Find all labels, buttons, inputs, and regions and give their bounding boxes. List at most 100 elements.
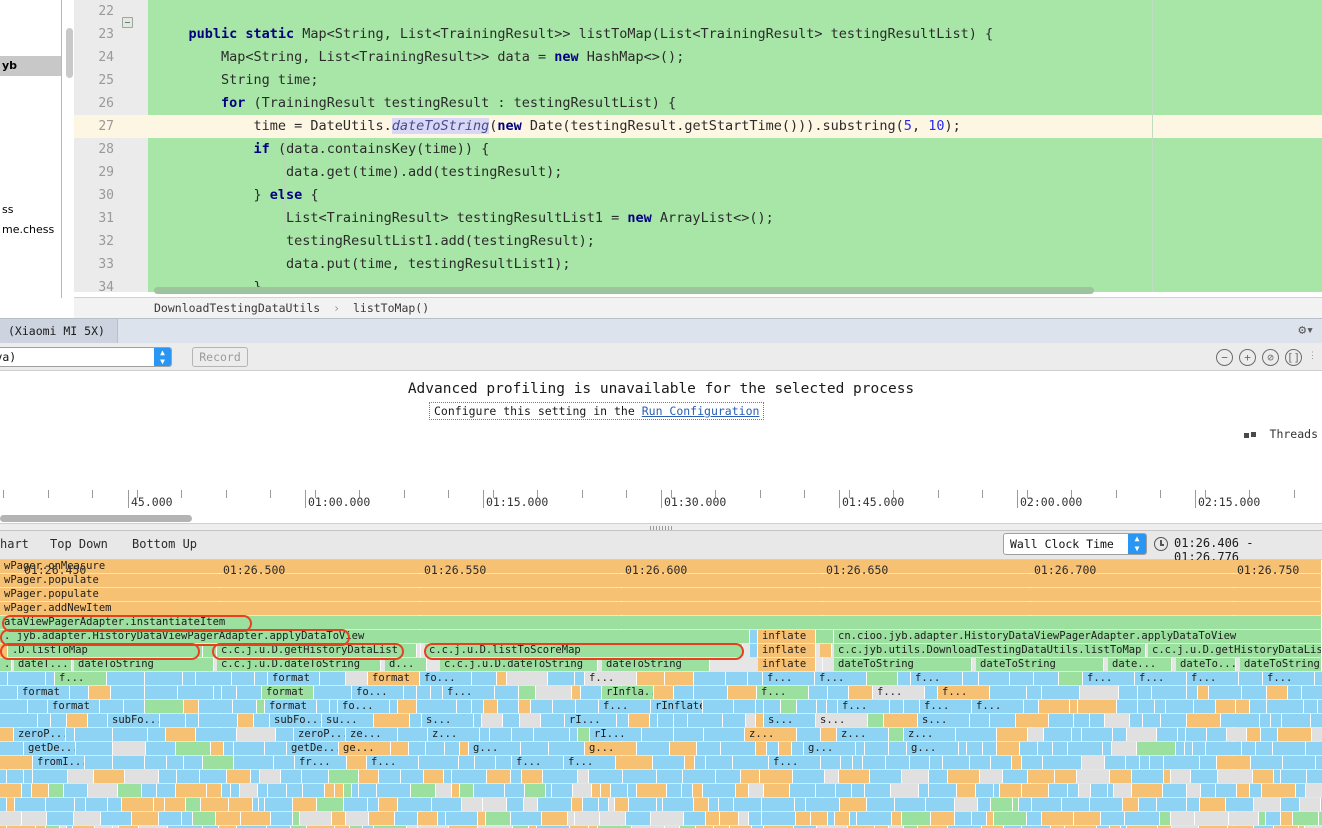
flamechart-frame[interactable] [1049, 784, 1068, 797]
flamechart-frame[interactable] [85, 756, 113, 769]
flamechart-frame[interactable]: z... [904, 728, 956, 741]
flamechart-frame[interactable] [1216, 784, 1237, 797]
flamechart-frame[interactable] [216, 812, 241, 825]
flamechart-frame[interactable] [1157, 728, 1178, 741]
flamechart-frame[interactable] [1010, 672, 1034, 685]
flamechart-frame[interactable] [693, 784, 703, 797]
flamechart-frame[interactable] [956, 728, 997, 741]
flamechart-frame[interactable]: f... [838, 700, 890, 713]
flamechart-frame[interactable] [889, 742, 907, 755]
flamechart-frame[interactable] [1311, 714, 1322, 727]
flamechart-frame[interactable]: format [268, 672, 320, 685]
flamechart-frame[interactable] [1206, 742, 1242, 755]
flamechart-frame[interactable] [0, 672, 8, 685]
flamechart-frame[interactable] [255, 672, 268, 685]
flamechart-frame[interactable] [1090, 714, 1105, 727]
flamechart-frame[interactable] [1039, 700, 1070, 713]
flamechart-frame[interactable]: format [18, 686, 70, 699]
flamechart-frame[interactable] [955, 798, 978, 811]
flamechart-frame[interactable] [1191, 770, 1218, 783]
zoom-in-icon[interactable]: + [1239, 348, 1256, 366]
flamechart-frame[interactable] [76, 742, 113, 755]
flamechart-frame[interactable] [665, 672, 694, 685]
flamechart-frame[interactable] [159, 770, 177, 783]
flamechart-frame[interactable] [186, 714, 199, 727]
flamechart-frame[interactable] [836, 784, 852, 797]
flamechart-frame[interactable] [1236, 700, 1250, 713]
flamechart-frame[interactable] [101, 812, 132, 825]
flamechart-frame[interactable] [541, 714, 565, 727]
flamechart-frame[interactable] [750, 644, 758, 657]
flamechart-frame[interactable] [519, 686, 536, 699]
flamechart-frame[interactable] [617, 714, 629, 727]
flamechart-frame[interactable] [1022, 784, 1049, 797]
flamechart-frame[interactable] [663, 798, 694, 811]
flamechart-frame[interactable] [503, 714, 520, 727]
flamechart-frame[interactable] [1271, 714, 1282, 727]
flamechart-frame[interactable] [841, 756, 853, 769]
flamechart-frame[interactable] [374, 714, 410, 727]
flamechart-frame[interactable] [32, 784, 49, 797]
flamechart-frame[interactable] [118, 784, 142, 797]
flamechart-frame[interactable] [68, 770, 94, 783]
flamechart-frame[interactable] [15, 798, 46, 811]
flamechart-frame[interactable]: wPager.populate [0, 588, 1322, 601]
flamechart-frame[interactable] [890, 700, 904, 713]
flamechart-frame[interactable] [955, 812, 972, 825]
flamechart-frame[interactable] [781, 700, 797, 713]
flamechart-frame[interactable] [482, 714, 503, 727]
flamechart-frame[interactable] [1250, 700, 1267, 713]
flamechart-frame[interactable] [1082, 728, 1113, 741]
flamechart-frame[interactable] [145, 700, 184, 713]
flamechart-frame[interactable] [24, 770, 33, 783]
flamechart-frame[interactable] [522, 770, 543, 783]
flamechart-frame[interactable] [379, 770, 401, 783]
editor-hscrollbar-thumb[interactable] [154, 287, 1094, 294]
flamechart-frame[interactable] [1132, 784, 1163, 797]
flamechart-frame[interactable] [891, 784, 919, 797]
flamechart-frame[interactable]: s... [422, 714, 474, 727]
timeline-scrollbar-track[interactable] [0, 515, 1322, 522]
flamechart-frame[interactable] [797, 728, 821, 741]
flamechart-frame[interactable] [199, 700, 233, 713]
flamechart-frame[interactable] [601, 784, 611, 797]
flamechart-frame[interactable] [1296, 784, 1306, 797]
flamechart-frame[interactable] [1091, 784, 1108, 797]
flamechart-frame[interactable] [1042, 812, 1074, 825]
flamechart-frame[interactable]: f... [757, 686, 809, 699]
flamechart-frame[interactable] [505, 784, 525, 797]
flamechart-frame[interactable] [1049, 714, 1074, 727]
flamechart-frame[interactable] [122, 798, 154, 811]
flamechart-frame[interactable] [201, 798, 229, 811]
flamechart-frame[interactable] [764, 784, 790, 797]
flamechart-frame[interactable] [1143, 714, 1161, 727]
flamechart-frame[interactable] [511, 812, 542, 825]
flamechart-frame[interactable] [1186, 728, 1207, 741]
flamechart-frame[interactable] [902, 770, 929, 783]
flamechart-frame[interactable] [611, 784, 628, 797]
flamechart-frame[interactable] [346, 812, 369, 825]
flamechart-frame[interactable] [790, 784, 816, 797]
flamechart-frame[interactable] [314, 686, 352, 699]
flamechart-frame[interactable] [332, 812, 346, 825]
flamechart-frame[interactable] [948, 770, 980, 783]
flamechart-frame[interactable] [623, 770, 657, 783]
flamechart-frame[interactable] [1195, 812, 1229, 825]
flamechart-frame[interactable] [234, 756, 274, 769]
flamechart-frame[interactable] [850, 812, 857, 825]
fit-zoom-icon[interactable]: [] [1285, 348, 1302, 366]
flamechart-frame[interactable] [987, 812, 994, 825]
flamechart-frame[interactable] [926, 798, 955, 811]
flamechart-frame[interactable] [929, 770, 948, 783]
flamechart-frame[interactable]: g... [907, 742, 959, 755]
flamechart-frame[interactable] [404, 686, 417, 699]
flamechart-frame[interactable] [377, 784, 411, 797]
flamechart-frame[interactable] [1139, 798, 1157, 811]
flamechart-frame[interactable] [0, 756, 33, 769]
flamechart-frame[interactable] [1283, 756, 1316, 769]
flamechart-frame[interactable] [293, 812, 300, 825]
flamechart-frame[interactable] [1306, 742, 1322, 755]
flamechart-frame[interactable] [756, 714, 764, 727]
flamechart-frame[interactable]: f... [873, 686, 925, 699]
flamechart-frame[interactable] [1012, 756, 1022, 769]
